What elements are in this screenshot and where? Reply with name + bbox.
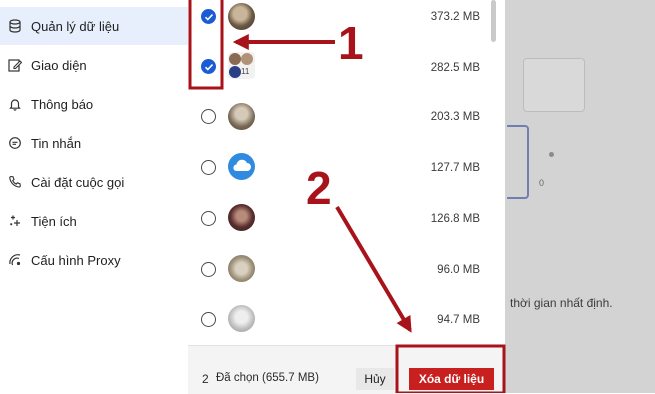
avatar (228, 3, 255, 30)
list-item[interactable]: 373.2 MB (188, 0, 505, 42)
checkbox-checked[interactable] (201, 59, 216, 74)
storage-size: 126.8 MB (430, 213, 480, 225)
list-item[interactable]: 94.7 MB (188, 296, 505, 348)
cancel-button[interactable]: Hủy (356, 368, 394, 390)
sidebar-item-label: Tiện ích (31, 213, 77, 229)
checkbox-unchecked[interactable] (201, 109, 216, 124)
sidebar-item-call-settings[interactable]: Cài đặt cuộc gọi (0, 163, 188, 201)
avatar (241, 53, 253, 65)
chat-bubble-icon (8, 136, 22, 150)
sidebar-item-label: Cấu hình Proxy (31, 252, 121, 268)
checkbox-unchecked[interactable] (201, 160, 216, 175)
sidebar-item-appearance[interactable]: Giao diện (0, 46, 188, 84)
selection-footer: 2 Đã chọn (655.7 MB) Hủy Xóa dữ liệu (188, 345, 505, 394)
list-item[interactable]: 126.8 MB (188, 194, 505, 246)
sparkle-icon (8, 214, 22, 228)
storage-size: 96.0 MB (437, 264, 480, 276)
checkbox-checked[interactable] (201, 9, 216, 24)
member-count-badge: 11 (241, 67, 250, 76)
background-digit: 0 (539, 178, 545, 188)
scrollbar[interactable] (491, 0, 496, 42)
cloud-avatar (228, 153, 255, 180)
avatar (229, 53, 241, 65)
phone-icon (8, 175, 22, 189)
storage-size: 282.5 MB (430, 62, 480, 74)
proxy-icon (8, 253, 22, 267)
group-avatar: 11 (228, 52, 255, 79)
checkbox-unchecked[interactable] (201, 211, 216, 226)
background-dot (549, 152, 554, 157)
list-item[interactable]: 96.0 MB (188, 245, 505, 297)
storage-size: 203.3 MB (430, 111, 480, 123)
storage-size: 373.2 MB (430, 11, 480, 23)
conversation-list: 373.2 MB 11 282.5 MB 203.3 MB 127.7 MB 1… (188, 0, 505, 393)
sidebar-item-messages[interactable]: Tin nhắn (0, 124, 188, 162)
sidebar-item-label: Quản lý dữ liệu (31, 18, 120, 34)
sidebar-item-label: Tin nhắn (31, 135, 82, 151)
sidebar-item-data-management[interactable]: Quản lý dữ liệu (0, 7, 188, 45)
cloud-icon (233, 159, 251, 171)
avatar (228, 204, 255, 231)
avatar (228, 255, 255, 282)
sidebar-item-label: Giao diện (31, 57, 87, 73)
sidebar-item-proxy[interactable]: Cấu hình Proxy (0, 241, 188, 279)
bell-icon (8, 97, 22, 111)
sidebar-item-label: Thông báo (31, 96, 94, 112)
avatar (228, 305, 255, 332)
delete-data-button[interactable]: Xóa dữ liệu (409, 368, 494, 390)
database-icon (8, 19, 22, 33)
pencil-square-icon (8, 58, 22, 72)
sidebar-item-label: Cài đặt cuộc gọi (31, 174, 125, 190)
background-text: thời gian nhất định. (510, 296, 613, 310)
avatar (228, 103, 255, 130)
list-item[interactable]: 203.3 MB (188, 92, 505, 144)
checkbox-unchecked[interactable] (201, 312, 216, 327)
list-item[interactable]: 127.7 MB (188, 143, 505, 195)
storage-size: 127.7 MB (430, 162, 480, 174)
selected-summary: Đã chọn (655.7 MB) (216, 372, 319, 384)
background-illustration (523, 58, 585, 112)
background-illustration (507, 125, 529, 199)
list-item[interactable]: 11 282.5 MB (188, 42, 505, 94)
sidebar-item-utilities[interactable]: Tiện ích (0, 202, 188, 240)
storage-size: 94.7 MB (437, 314, 480, 326)
settings-sidebar: Quản lý dữ liệu Giao diện Thông báo Tin … (0, 0, 188, 393)
background-window: 0 thời gian nhất định. (505, 0, 655, 393)
sidebar-item-notifications[interactable]: Thông báo (0, 85, 188, 123)
avatar (229, 66, 241, 78)
checkbox-unchecked[interactable] (201, 262, 216, 277)
selected-count: 2 (202, 372, 209, 386)
